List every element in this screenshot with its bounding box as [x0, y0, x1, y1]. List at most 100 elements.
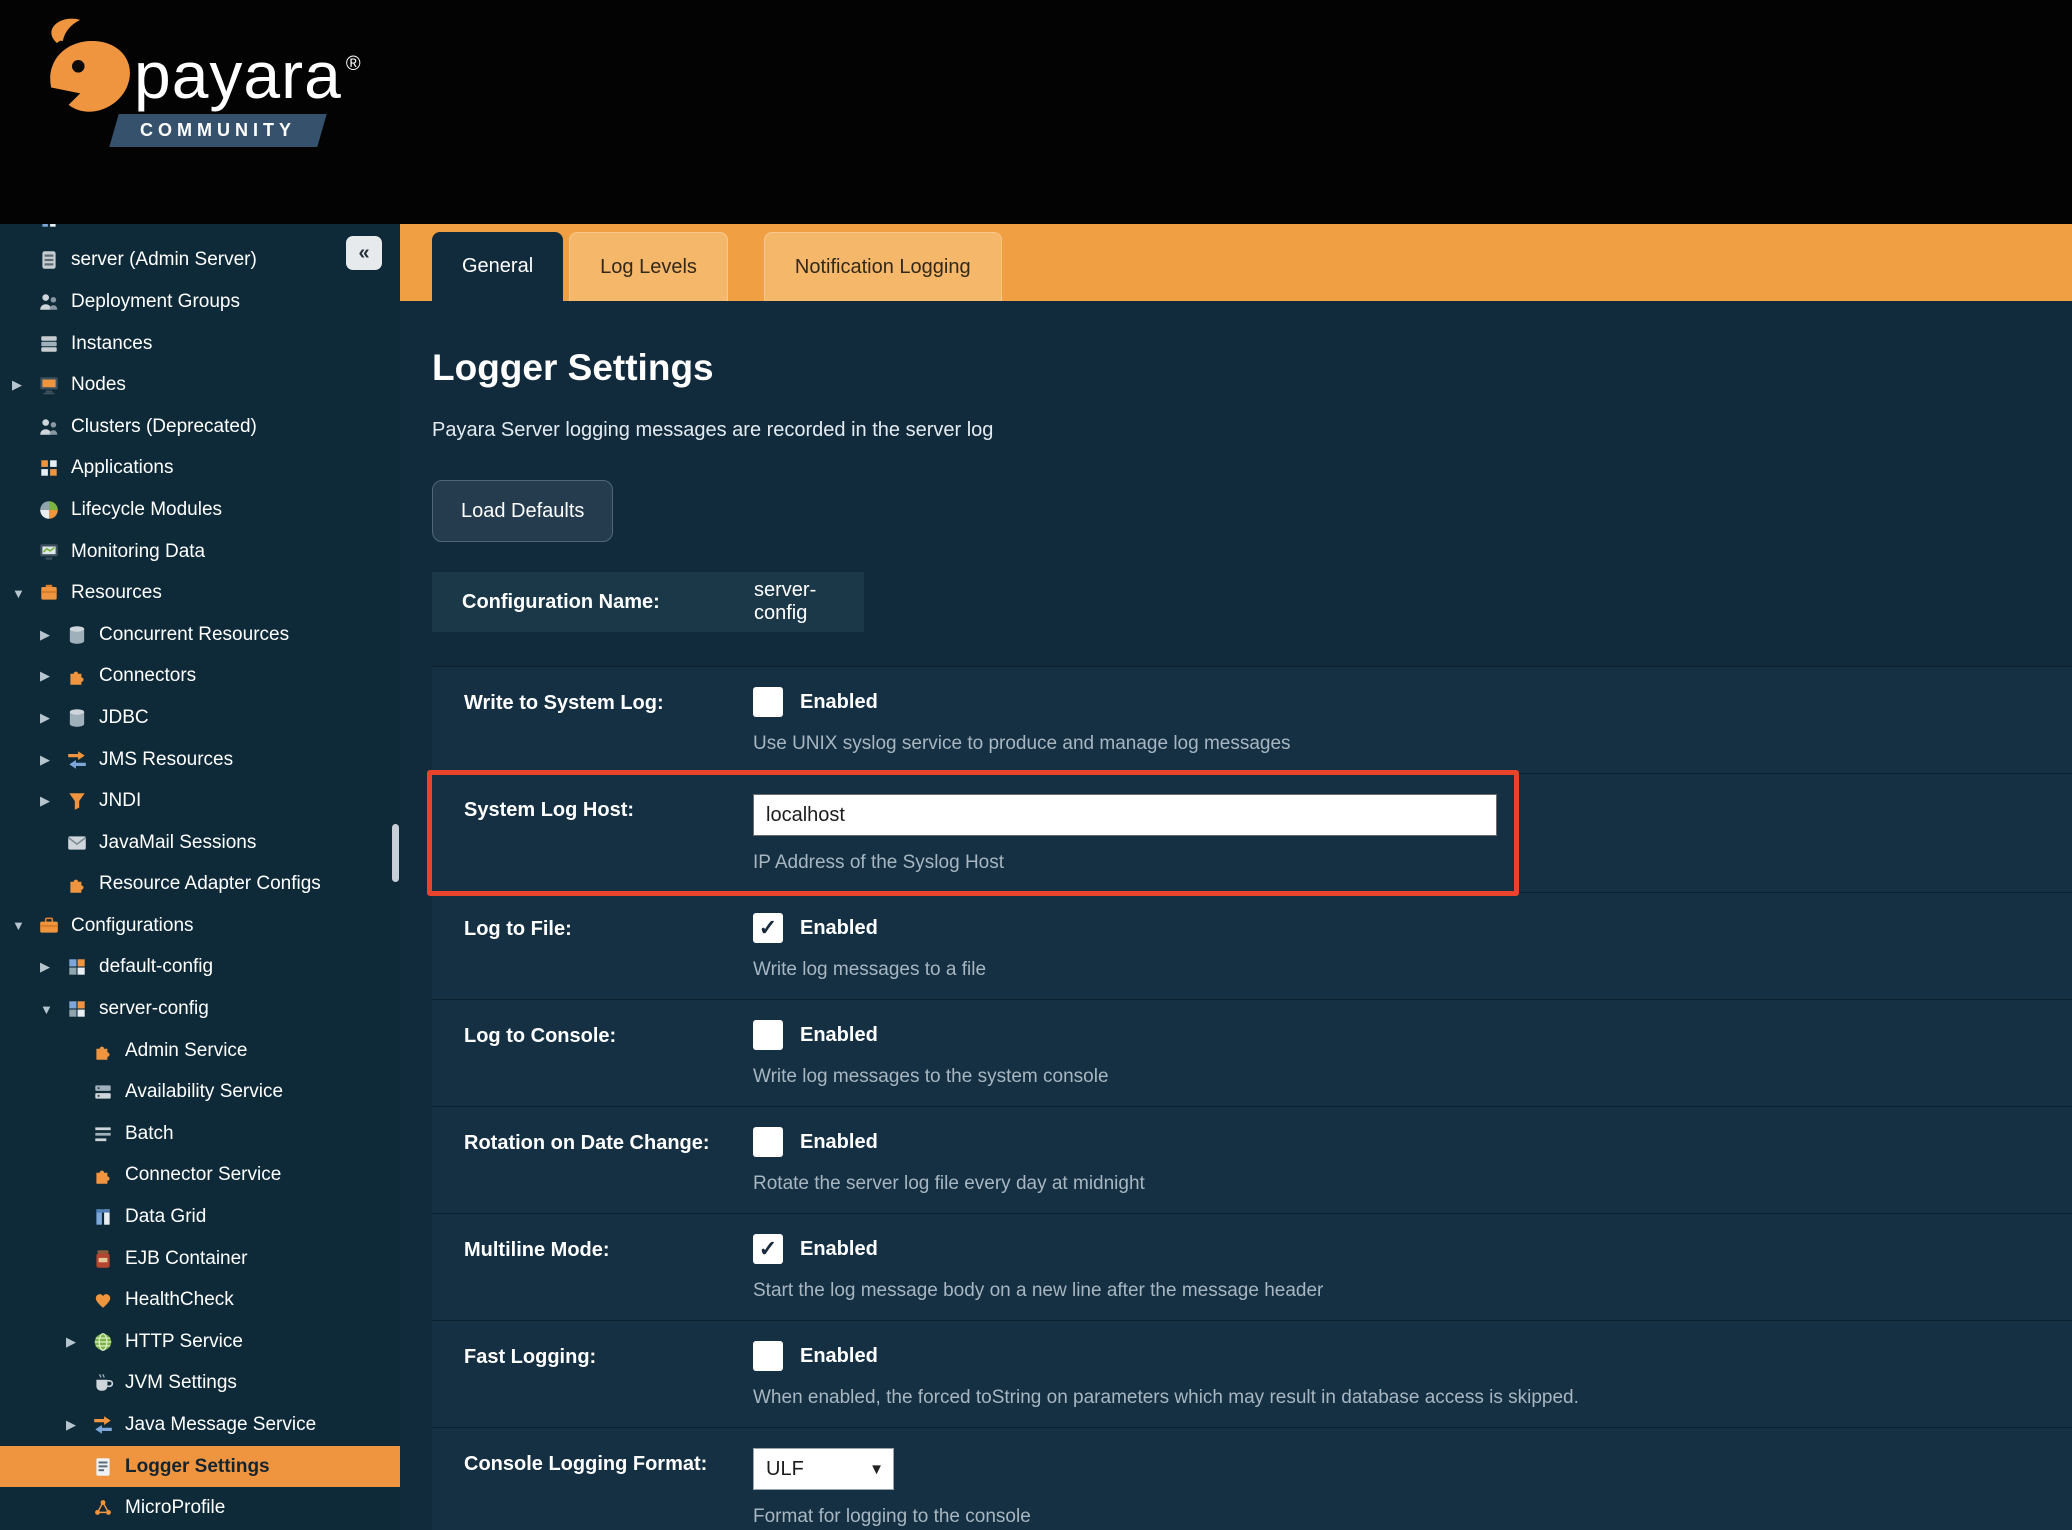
sidebar-item-data-grid[interactable]: Data Grid [0, 224, 400, 240]
batch-icon [92, 1123, 114, 1145]
sidebar-item-resources[interactable]: ▼ Resources [0, 572, 400, 614]
sidebar-item-server-admin-server[interactable]: server (Admin Server) [0, 240, 400, 282]
sidebar-item-admin-service[interactable]: Admin Service [0, 1030, 400, 1072]
sidebar-item-default-config[interactable]: ▶ default-config [0, 947, 400, 989]
sidebar-item-server-config[interactable]: ▼ server-config [0, 988, 400, 1030]
sidebar-item-connector-service[interactable]: Connector Service [0, 1155, 400, 1197]
tab-log-levels[interactable]: Log Levels [569, 232, 728, 301]
registered-mark: ® [346, 53, 362, 75]
collapse-arrow-icon[interactable]: ▼ [12, 586, 38, 601]
brand-block: payara® COMMUNITY [134, 42, 362, 147]
checkbox-checked[interactable]: ✓ [753, 913, 783, 943]
expand-arrow-icon[interactable]: ▶ [12, 377, 38, 393]
field-control: ✓EnabledWrite log messages to a file [753, 913, 2072, 981]
checkbox-unchecked[interactable] [753, 1020, 783, 1050]
cup-icon [92, 1372, 114, 1394]
checkbox-label: Enabled [800, 1345, 878, 1368]
puzzle-icon [66, 665, 88, 687]
app-header: payara® COMMUNITY [0, 0, 2072, 224]
field-control: ULF▼Format for logging to the console [753, 1448, 2072, 1528]
community-badge: COMMUNITY [109, 114, 326, 147]
monitor-chart-icon [38, 541, 60, 563]
funnel-icon [66, 790, 88, 812]
jar-icon [92, 1248, 114, 1270]
sidebar-item-javamail-sessions[interactable]: JavaMail Sessions [0, 822, 400, 864]
checkbox-checked[interactable]: ✓ [753, 1234, 783, 1264]
checkbox-unchecked[interactable] [753, 687, 783, 717]
field-label: Rotation on Date Change: [432, 1127, 753, 1195]
text-input[interactable] [753, 794, 1497, 836]
lifecycle-icon [38, 499, 60, 521]
sidebar-item-label: Data Grid [71, 224, 152, 230]
sidebar-item-lifecycle-modules[interactable]: Lifecycle Modules [0, 489, 400, 531]
form-row-log-to-file: Log to File:✓EnabledWrite log messages t… [432, 892, 2072, 999]
sidebar-item-label: Nodes [71, 374, 126, 396]
sidebar-item-label: JavaMail Sessions [99, 832, 256, 854]
select-value: ULF [766, 1458, 804, 1481]
expand-arrow-icon[interactable]: ▶ [40, 668, 66, 684]
sidebar-item-data-grid[interactable]: Data Grid [0, 1196, 400, 1238]
page-title: Logger Settings [432, 347, 2072, 389]
sidebar-item-logger-settings[interactable]: Logger Settings [0, 1446, 400, 1488]
sidebar-item-jdbc[interactable]: ▶ JDBC [0, 697, 400, 739]
sidebar-item-deployment-groups[interactable]: Deployment Groups [0, 281, 400, 323]
field-label: System Log Host: [432, 794, 753, 874]
sidebar-item-clusters-deprecated[interactable]: Clusters (Deprecated) [0, 406, 400, 448]
sidebar-item-concurrent-resources[interactable]: ▶Concurrent Resources [0, 614, 400, 656]
tab-notification-logging[interactable]: Notification Logging [764, 232, 1002, 301]
collapse-arrow-icon[interactable]: ▼ [40, 1002, 66, 1017]
sidebar-item-label: Logger Settings [125, 1456, 270, 1478]
load-defaults-button[interactable]: Load Defaults [432, 480, 613, 542]
people-icon [38, 416, 60, 438]
db-icon [66, 707, 88, 729]
sidebar-item-healthcheck[interactable]: HealthCheck [0, 1279, 400, 1321]
sidebar-item-label: server-config [99, 998, 209, 1020]
sidebar-item-http-service[interactable]: ▶HTTP Service [0, 1321, 400, 1363]
sidebar-item-applications[interactable]: Applications [0, 448, 400, 490]
sidebar-item-availability-service[interactable]: Availability Service [0, 1071, 400, 1113]
field-label: Multiline Mode: [432, 1234, 753, 1302]
sidebar-item-microprofile[interactable]: MicroProfile [0, 1487, 400, 1529]
sidebar-item-monitoring-data[interactable]: Monitoring Data [0, 531, 400, 573]
expand-arrow-icon[interactable]: ▶ [66, 1334, 92, 1350]
form-row-multiline-mode: Multiline Mode:✓EnabledStart the log mes… [432, 1213, 2072, 1320]
sidebar-item-label: Applications [71, 457, 173, 479]
page-content: Logger Settings Payara Server logging me… [400, 347, 2072, 1530]
expand-arrow-icon[interactable]: ▶ [66, 1417, 92, 1433]
checkbox-unchecked[interactable] [753, 1127, 783, 1157]
sidebar-item-jms-resources[interactable]: ▶JMS Resources [0, 739, 400, 781]
tab-general[interactable]: General [432, 232, 563, 301]
expand-arrow-icon[interactable]: ▶ [40, 752, 66, 768]
expand-arrow-icon[interactable]: ▶ [40, 710, 66, 726]
field-help: Write log messages to the system console [753, 1066, 2072, 1088]
sidebar-item-label: Resources [71, 582, 162, 604]
sidebar-scrollbar[interactable] [392, 824, 399, 882]
sidebar-item-label: Monitoring Data [71, 541, 205, 563]
sidebar-item-label: JDBC [99, 707, 149, 729]
checkbox-label: Enabled [800, 1238, 878, 1261]
sidebar-item-java-message-service[interactable]: ▶Java Message Service [0, 1404, 400, 1446]
expand-arrow-icon[interactable]: ▶ [40, 627, 66, 643]
sidebar-item-jvm-settings[interactable]: JVM Settings [0, 1363, 400, 1405]
brand-text: payara [134, 38, 342, 112]
checkbox-unchecked[interactable] [753, 1341, 783, 1371]
sidebar-item-label: default-config [99, 956, 213, 978]
select-dropdown[interactable]: ULF▼ [753, 1448, 894, 1490]
sidebar-item-jndi[interactable]: ▶JNDI [0, 780, 400, 822]
sidebar-item-batch[interactable]: Batch [0, 1113, 400, 1155]
form-row-fast-logging: Fast Logging:EnabledWhen enabled, the fo… [432, 1320, 2072, 1427]
sidebar-item-instances[interactable]: Instances [0, 323, 400, 365]
form-row-write-to-system-log: Write to System Log:EnabledUse UNIX sysl… [432, 666, 2072, 773]
collapse-arrow-icon[interactable]: ▼ [12, 918, 38, 933]
sidebar-item-connectors[interactable]: ▶Connectors [0, 656, 400, 698]
sidebar-item-label: Batch [125, 1123, 174, 1145]
expand-arrow-icon[interactable]: ▶ [40, 959, 66, 975]
configuration-name-label: Configuration Name: [462, 591, 754, 614]
expand-arrow-icon[interactable]: ▶ [40, 793, 66, 809]
sidebar-item-ejb-container[interactable]: EJB Container [0, 1238, 400, 1280]
sidebar-collapse-button[interactable]: « [346, 236, 382, 270]
sidebar-item-nodes[interactable]: ▶ Nodes [0, 364, 400, 406]
sidebar-item-resource-adapter-configs[interactable]: Resource Adapter Configs [0, 864, 400, 906]
sidebar-item-configurations[interactable]: ▼Configurations [0, 905, 400, 947]
main-content: GeneralLog Levels Notification Logging Lo… [400, 224, 2072, 1530]
